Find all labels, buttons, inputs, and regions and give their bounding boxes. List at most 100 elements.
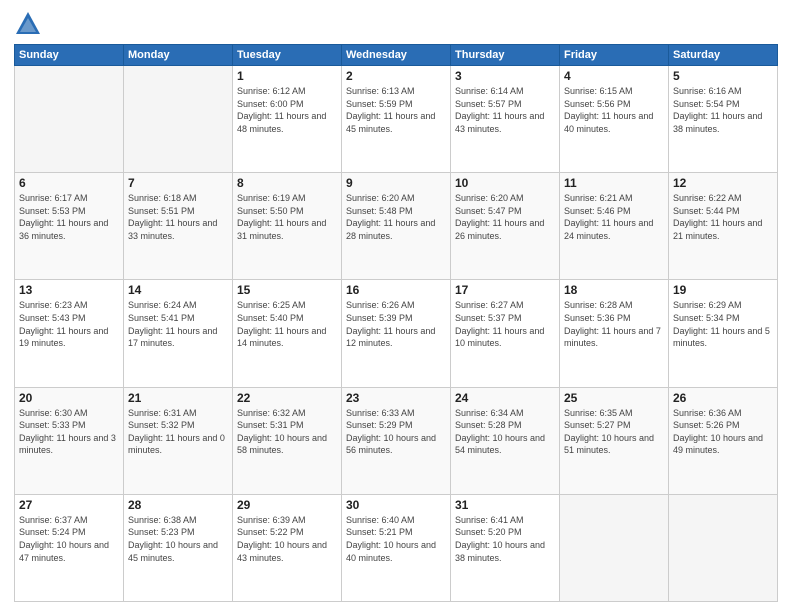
calendar-cell: 6 Sunrise: 6:17 AM Sunset: 5:53 PM Daylig… [15,173,124,280]
day-number: 14 [128,283,228,297]
day-number: 20 [19,391,119,405]
calendar-cell: 4 Sunrise: 6:15 AM Sunset: 5:56 PM Daylig… [560,66,669,173]
day-number: 17 [455,283,555,297]
calendar-cell: 7Sunrise: 6:18 AM Sunset: 5:51 PM Daylig… [124,173,233,280]
day-info: Sunrise: 6:23 AM Sunset: 5:43 PM Dayligh… [19,299,119,349]
day-number: 15 [237,283,337,297]
calendar-week-row: 1 Sunrise: 6:12 AM Sunset: 6:00 PM Daylig… [15,66,778,173]
calendar-cell: 18Sunrise: 6:28 AM Sunset: 5:36 PM Dayli… [560,280,669,387]
header [14,10,778,38]
calendar-cell: 20 Sunrise: 6:30 AM Sunset: 5:33 PM Dayli… [15,387,124,494]
calendar-header-tuesday: Tuesday [233,45,342,66]
day-info: Sunrise: 6:38 AM Sunset: 5:23 PM Dayligh… [128,514,228,564]
day-number: 16 [346,283,446,297]
day-info: Sunrise: 6:15 AM Sunset: 5:56 PM Dayligh… [564,85,664,135]
day-info: Sunrise: 6:37 AM Sunset: 5:24 PM Dayligh… [19,514,119,564]
day-info: Sunrise: 6:25 AM Sunset: 5:40 PM Dayligh… [237,299,337,349]
calendar-header-row: SundayMondayTuesdayWednesdayThursdayFrid… [15,45,778,66]
calendar-cell: 11 Sunrise: 6:21 AM Sunset: 5:46 PM Dayli… [560,173,669,280]
calendar-cell: 9 Sunrise: 6:20 AM Sunset: 5:48 PM Daylig… [342,173,451,280]
calendar-cell [15,66,124,173]
day-number: 13 [19,283,119,297]
calendar-week-row: 6 Sunrise: 6:17 AM Sunset: 5:53 PM Daylig… [15,173,778,280]
day-info: Sunrise: 6:20 AM Sunset: 5:47 PM Dayligh… [455,192,555,242]
day-info: Sunrise: 6:34 AM Sunset: 5:28 PM Dayligh… [455,407,555,457]
day-info: Sunrise: 6:19 AM Sunset: 5:50 PM Dayligh… [237,192,337,242]
calendar-cell: 21 Sunrise: 6:31 AM Sunset: 5:32 PM Dayli… [124,387,233,494]
day-info: Sunrise: 6:40 AM Sunset: 5:21 PM Dayligh… [346,514,446,564]
calendar-cell [124,66,233,173]
day-info: Sunrise: 6:24 AM Sunset: 5:41 PM Dayligh… [128,299,228,349]
day-info: Sunrise: 6:33 AM Sunset: 5:29 PM Dayligh… [346,407,446,457]
calendar-cell: 14 Sunrise: 6:24 AM Sunset: 5:41 PM Dayli… [124,280,233,387]
logo [14,10,46,38]
calendar-cell: 16Sunrise: 6:26 AM Sunset: 5:39 PM Dayli… [342,280,451,387]
calendar-cell: 3 Sunrise: 6:14 AM Sunset: 5:57 PM Daylig… [451,66,560,173]
calendar-week-row: 27 Sunrise: 6:37 AM Sunset: 5:24 PM Dayli… [15,494,778,601]
day-info: Sunrise: 6:31 AM Sunset: 5:32 PM Dayligh… [128,407,228,457]
day-info: Sunrise: 6:29 AM Sunset: 5:34 PM Dayligh… [673,299,773,349]
day-number: 27 [19,498,119,512]
calendar-cell: 23 Sunrise: 6:33 AM Sunset: 5:29 PM Dayli… [342,387,451,494]
day-number: 10 [455,176,555,190]
day-number: 29 [237,498,337,512]
calendar-header-friday: Friday [560,45,669,66]
calendar-header-monday: Monday [124,45,233,66]
calendar-table: SundayMondayTuesdayWednesdayThursdayFrid… [14,44,778,602]
day-info: Sunrise: 6:12 AM Sunset: 6:00 PM Dayligh… [237,85,337,135]
day-number: 5 [673,69,773,83]
day-info: Sunrise: 6:13 AM Sunset: 5:59 PM Dayligh… [346,85,446,135]
calendar-cell: 30 Sunrise: 6:40 AM Sunset: 5:21 PM Dayli… [342,494,451,601]
day-number: 3 [455,69,555,83]
day-number: 19 [673,283,773,297]
day-number: 1 [237,69,337,83]
day-number: 6 [19,176,119,190]
calendar-header-saturday: Saturday [669,45,778,66]
day-info: Sunrise: 6:18 AM Sunset: 5:51 PM Dayligh… [128,192,228,242]
day-number: 24 [455,391,555,405]
calendar-cell: 17 Sunrise: 6:27 AM Sunset: 5:37 PM Dayli… [451,280,560,387]
day-number: 26 [673,391,773,405]
calendar-cell: 8 Sunrise: 6:19 AM Sunset: 5:50 PM Daylig… [233,173,342,280]
day-number: 11 [564,176,664,190]
calendar-cell [560,494,669,601]
day-number: 22 [237,391,337,405]
day-info: Sunrise: 6:30 AM Sunset: 5:33 PM Dayligh… [19,407,119,457]
calendar-cell: 25 Sunrise: 6:35 AM Sunset: 5:27 PM Dayli… [560,387,669,494]
day-info: Sunrise: 6:39 AM Sunset: 5:22 PM Dayligh… [237,514,337,564]
day-info: Sunrise: 6:35 AM Sunset: 5:27 PM Dayligh… [564,407,664,457]
day-info: Sunrise: 6:17 AM Sunset: 5:53 PM Dayligh… [19,192,119,242]
day-info: Sunrise: 6:21 AM Sunset: 5:46 PM Dayligh… [564,192,664,242]
day-number: 2 [346,69,446,83]
day-number: 18 [564,283,664,297]
calendar-cell: 27 Sunrise: 6:37 AM Sunset: 5:24 PM Dayli… [15,494,124,601]
day-number: 25 [564,391,664,405]
page: SundayMondayTuesdayWednesdayThursdayFrid… [0,0,792,612]
calendar-cell: 26Sunrise: 6:36 AM Sunset: 5:26 PM Dayli… [669,387,778,494]
day-number: 9 [346,176,446,190]
day-info: Sunrise: 6:14 AM Sunset: 5:57 PM Dayligh… [455,85,555,135]
day-number: 28 [128,498,228,512]
day-info: Sunrise: 6:16 AM Sunset: 5:54 PM Dayligh… [673,85,773,135]
day-info: Sunrise: 6:32 AM Sunset: 5:31 PM Dayligh… [237,407,337,457]
calendar-cell: 28 Sunrise: 6:38 AM Sunset: 5:23 PM Dayli… [124,494,233,601]
calendar-cell: 1 Sunrise: 6:12 AM Sunset: 6:00 PM Daylig… [233,66,342,173]
day-info: Sunrise: 6:20 AM Sunset: 5:48 PM Dayligh… [346,192,446,242]
day-number: 12 [673,176,773,190]
calendar-week-row: 20 Sunrise: 6:30 AM Sunset: 5:33 PM Dayli… [15,387,778,494]
calendar-week-row: 13 Sunrise: 6:23 AM Sunset: 5:43 PM Dayli… [15,280,778,387]
day-info: Sunrise: 6:41 AM Sunset: 5:20 PM Dayligh… [455,514,555,564]
day-number: 23 [346,391,446,405]
calendar-cell: 24 Sunrise: 6:34 AM Sunset: 5:28 PM Dayli… [451,387,560,494]
day-info: Sunrise: 6:27 AM Sunset: 5:37 PM Dayligh… [455,299,555,349]
day-number: 8 [237,176,337,190]
day-number: 21 [128,391,228,405]
calendar-header-thursday: Thursday [451,45,560,66]
day-number: 4 [564,69,664,83]
calendar-cell: 13 Sunrise: 6:23 AM Sunset: 5:43 PM Dayli… [15,280,124,387]
calendar-cell: 12 Sunrise: 6:22 AM Sunset: 5:44 PM Dayli… [669,173,778,280]
day-info: Sunrise: 6:22 AM Sunset: 5:44 PM Dayligh… [673,192,773,242]
day-number: 30 [346,498,446,512]
day-number: 31 [455,498,555,512]
calendar-cell: 10 Sunrise: 6:20 AM Sunset: 5:47 PM Dayli… [451,173,560,280]
